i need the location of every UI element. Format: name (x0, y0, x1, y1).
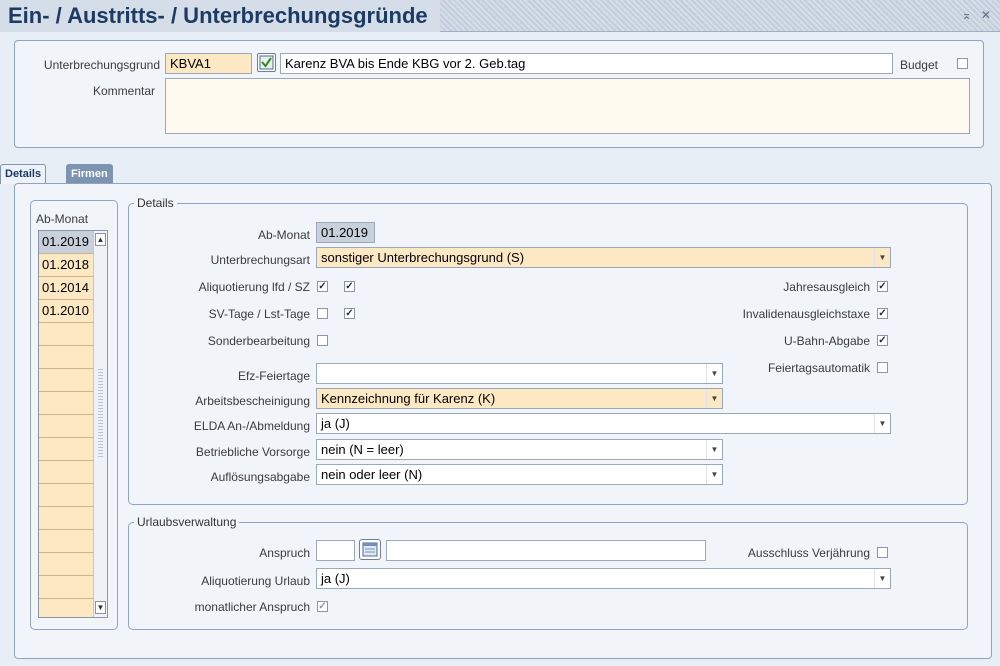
chevron-down-icon[interactable]: ▼ (706, 440, 722, 459)
feiertags-checkbox[interactable] (877, 362, 888, 373)
month-list[interactable]: 01.2019 01.2018 01.2014 01.2010 ▲ ▼ (38, 230, 108, 618)
budget-label: Budget (899, 58, 938, 72)
calendar-icon (362, 542, 378, 557)
aliq-urlaub-dropdown[interactable]: ja (J) ▼ (316, 568, 891, 589)
scroll-up-icon[interactable]: ▲ (95, 233, 106, 246)
chevron-down-icon[interactable]: ▼ (874, 414, 890, 433)
window-title: Ein- / Austritts- / Unterbrechungsgründe (0, 0, 440, 32)
scroll-down-icon[interactable]: ▼ (95, 601, 106, 614)
month-row-empty[interactable] (39, 530, 93, 553)
lst-tage-checkbox[interactable]: ✓ (344, 308, 355, 319)
aliq-sz-checkbox[interactable]: ✓ (344, 281, 355, 292)
verj-checkbox[interactable] (877, 547, 888, 558)
invalid-label: Invalidenausgleichstaxe (742, 307, 870, 321)
details-legend: Details (134, 196, 177, 210)
scroll-grip[interactable] (98, 367, 103, 457)
aufl-dropdown[interactable]: nein oder leer (N) ▼ (316, 464, 723, 485)
betrieb-dropdown[interactable]: nein (N = leer) ▼ (316, 439, 723, 460)
chevron-down-icon[interactable]: ▼ (706, 465, 722, 484)
calendar-button[interactable] (359, 539, 381, 560)
month-row[interactable]: 01.2014 (39, 277, 93, 300)
elda-dropdown[interactable]: ja (J) ▼ (316, 413, 891, 434)
reason-text-input[interactable]: Karenz BVA bis Ende KBG vor 2. Geb.tag (280, 53, 893, 74)
anspruch-text-input[interactable] (386, 540, 706, 561)
aufl-label: Auflösungsabgabe (210, 470, 310, 484)
window-controls[interactable]: ⌅ ✕ (962, 8, 994, 22)
aufl-value: nein oder leer (N) (321, 467, 423, 482)
ubahn-checkbox[interactable]: ✓ (877, 335, 888, 346)
invalid-checkbox[interactable]: ✓ (877, 308, 888, 319)
elda-value: ja (J) (321, 416, 350, 431)
monat-label: monatlicher Anspruch (194, 600, 310, 614)
arbeit-dropdown[interactable]: Kennzeichnung für Karenz (K) ▼ (316, 388, 723, 409)
month-row-selected[interactable]: 01.2019 (39, 231, 93, 254)
month-row-empty[interactable] (39, 553, 93, 576)
aliq-urlaub-value: ja (J) (321, 571, 350, 586)
chevron-down-icon[interactable]: ▼ (874, 569, 890, 588)
month-row[interactable]: 01.2010 (39, 300, 93, 323)
month-row-empty[interactable] (39, 369, 93, 392)
tab-firmen[interactable]: Firmen (66, 164, 113, 184)
month-row-empty[interactable] (39, 484, 93, 507)
month-row-empty[interactable] (39, 346, 93, 369)
month-row-empty[interactable] (39, 599, 93, 617)
comment-textarea[interactable] (165, 78, 970, 134)
jahres-checkbox[interactable]: ✓ (877, 281, 888, 292)
tab-details[interactable]: Details (0, 164, 47, 184)
chevron-down-icon[interactable]: ▼ (706, 389, 722, 408)
ab-monat-input[interactable]: 01.2019 (316, 222, 375, 243)
comment-label: Kommentar (92, 84, 155, 98)
sonder-checkbox[interactable] (317, 335, 328, 346)
sv-tage-checkbox[interactable] (317, 308, 328, 319)
unterbrechungsart-dropdown[interactable]: sonstiger Unterbrechungsgrund (S) ▼ (316, 247, 891, 268)
betrieb-label: Betriebliche Vorsorge (195, 445, 310, 459)
arbeit-label: Arbeitsbescheinigung (195, 394, 310, 408)
aliq-lfd-checkbox[interactable]: ✓ (317, 281, 328, 292)
month-row-empty[interactable] (39, 576, 93, 599)
ab-monat-label: Ab-Monat (257, 228, 310, 242)
reason-label: Unterbrechungsgrund (43, 58, 160, 72)
budget-checkbox[interactable] (957, 58, 968, 69)
chevron-down-icon[interactable]: ▼ (874, 248, 890, 267)
month-row-empty[interactable] (39, 461, 93, 484)
jahres-label: Jahresausgleich (783, 280, 870, 294)
elda-label: ELDA An-/Abmeldung (193, 419, 310, 433)
sonder-label: Sonderbearbeitung (207, 334, 310, 348)
arbeit-value: Kennzeichnung für Karenz (K) (321, 391, 496, 406)
efz-dropdown[interactable]: ▼ (316, 363, 723, 384)
month-row[interactable]: 01.2018 (39, 254, 93, 277)
ubahn-label: U-Bahn-Abgabe (783, 334, 870, 348)
sv-label: SV-Tage / Lst-Tage (208, 307, 310, 321)
reason-code-input[interactable]: KBVA1 (165, 53, 252, 74)
aliq-urlaub-label: Aliquotierung Urlaub (201, 574, 310, 588)
anspruch-input[interactable] (316, 540, 355, 561)
urlaub-legend: Urlaubsverwaltung (134, 515, 240, 529)
lookup-button[interactable] (257, 53, 276, 72)
chevron-down-icon[interactable]: ▼ (706, 364, 722, 383)
month-row-empty[interactable] (39, 438, 93, 461)
month-row-empty[interactable] (39, 507, 93, 530)
check-icon (259, 55, 274, 70)
unterbrechungsart-label: Unterbrechungsart (210, 253, 310, 267)
aliq-label: Aliquotierung lfd / SZ (198, 280, 310, 294)
month-row-empty[interactable] (39, 415, 93, 438)
monat-checkbox[interactable]: ✓ (317, 601, 328, 612)
betrieb-value: nein (N = leer) (321, 442, 404, 457)
month-scrollbar[interactable]: ▲ ▼ (93, 231, 107, 617)
anspruch-label: Anspruch (259, 546, 310, 560)
feiertags-label: Feiertagsautomatik (767, 361, 870, 375)
efz-label: Efz-Feiertage (237, 369, 310, 383)
month-list-header: Ab-Monat (36, 212, 89, 226)
verj-label: Ausschluss Verjährung (747, 546, 870, 560)
unterbrechungsart-value: sonstiger Unterbrechungsgrund (S) (321, 250, 525, 265)
month-row-empty[interactable] (39, 392, 93, 415)
month-row-empty[interactable] (39, 323, 93, 346)
